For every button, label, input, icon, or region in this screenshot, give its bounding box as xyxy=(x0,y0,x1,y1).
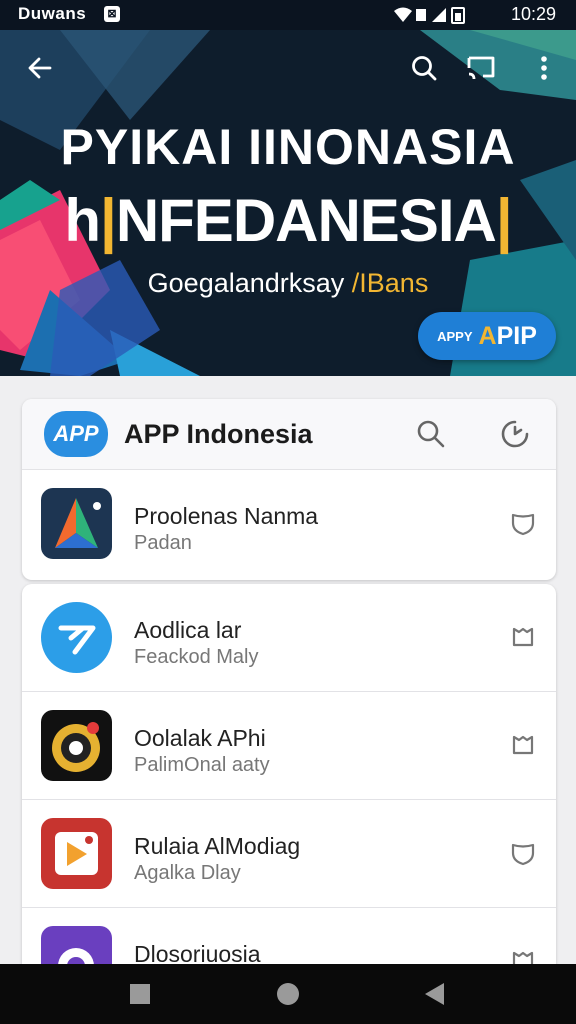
cast-icon xyxy=(467,56,495,80)
app-badge-button[interactable]: APPY APIP xyxy=(418,312,556,360)
back-button[interactable] xyxy=(20,48,60,88)
app-row[interactable]: Aodlica lar Feackod Maly xyxy=(22,584,556,692)
square-icon xyxy=(130,984,150,1004)
cast-button[interactable] xyxy=(461,48,501,88)
app-header: APP APP Indonesia xyxy=(22,399,556,470)
shield-icon[interactable] xyxy=(510,510,536,536)
featured-app-icon xyxy=(41,488,112,559)
app-row[interactable]: Oolalak APhi PalimOnal aaty xyxy=(22,692,556,800)
app-icon xyxy=(41,602,112,673)
more-vert-icon xyxy=(541,56,547,80)
app-list-card: Aodlica lar Feackod Maly Oolalak APhi Pa… xyxy=(22,584,556,984)
app-header-card: APP APP Indonesia Proolenas Nanma Padan xyxy=(22,399,556,580)
system-nav-bar xyxy=(0,964,576,1024)
more-options-button[interactable] xyxy=(524,48,564,88)
carrier-label: Duwans xyxy=(18,4,87,23)
bookmark-icon[interactable] xyxy=(510,732,536,758)
hero-title-prefix: h xyxy=(64,187,101,254)
hero-subtitle-accent: /IBans xyxy=(344,268,429,298)
history-icon[interactable] xyxy=(498,417,532,451)
back-nav-button[interactable] xyxy=(421,981,447,1007)
hero-title-line1: PYIKAI IINONASIA xyxy=(60,119,516,175)
app-icon xyxy=(41,710,112,781)
badge-big-accent: A xyxy=(478,321,497,350)
app-name: Aodlica lar xyxy=(134,617,242,643)
notification-icon xyxy=(416,9,426,21)
home-button[interactable] xyxy=(275,981,301,1007)
recents-button[interactable] xyxy=(127,981,153,1007)
signal-icon xyxy=(432,8,446,22)
status-bar: Duwans ⊠ 10:29 xyxy=(0,0,576,30)
hero-title-accent-bar: | xyxy=(100,187,117,254)
app-logo: APP xyxy=(44,411,108,457)
featured-app-row[interactable]: Proolenas Nanma Padan xyxy=(22,470,556,577)
search-icon xyxy=(412,56,437,81)
hero-title-main: NFEDANESIA xyxy=(115,187,497,254)
hero-title-line2: h|NFEDANESIA| xyxy=(0,186,576,255)
status-icons xyxy=(394,7,465,24)
search-button[interactable] xyxy=(404,48,444,88)
hero-banner: PYIKAI IINONASIA h|NFEDANESIA| Goegaland… xyxy=(0,30,576,376)
triangle-back-icon xyxy=(425,983,444,1005)
app-sub: PalimOnal aaty xyxy=(134,754,270,776)
notification-icon: ⊠ xyxy=(104,6,120,22)
app-row[interactable]: Rulaia AlModiag Agalka Dlay xyxy=(22,800,556,908)
app-sub: Agalka Dlay xyxy=(134,862,241,884)
app-icon xyxy=(41,818,112,889)
hero-title-accent-end: | xyxy=(495,187,513,254)
app-sub: Feackod Maly xyxy=(134,646,259,668)
badge-small-label: APPY xyxy=(437,328,473,344)
wifi-icon xyxy=(394,7,412,22)
badge-big-label: APIP xyxy=(479,322,537,351)
shield-icon[interactable] xyxy=(510,840,536,866)
badge-big-rest: PIP xyxy=(496,321,537,350)
clock: 10:29 xyxy=(510,4,556,24)
arrow-left-icon xyxy=(28,57,52,79)
circle-icon xyxy=(277,983,299,1005)
search-icon[interactable] xyxy=(414,417,448,451)
hero-subtitle-main: Goegalandrksay xyxy=(147,268,345,298)
app-name: Oolalak APhi xyxy=(134,725,266,751)
app-title: APP Indonesia xyxy=(124,419,313,449)
hero-subtitle: Goegalandrksay /IBans xyxy=(0,268,576,299)
featured-app-name: Proolenas Nanma xyxy=(134,503,319,529)
bookmark-icon[interactable] xyxy=(510,624,536,650)
app-name: Rulaia AlModiag xyxy=(134,833,301,859)
featured-app-sub: Padan xyxy=(134,532,192,554)
